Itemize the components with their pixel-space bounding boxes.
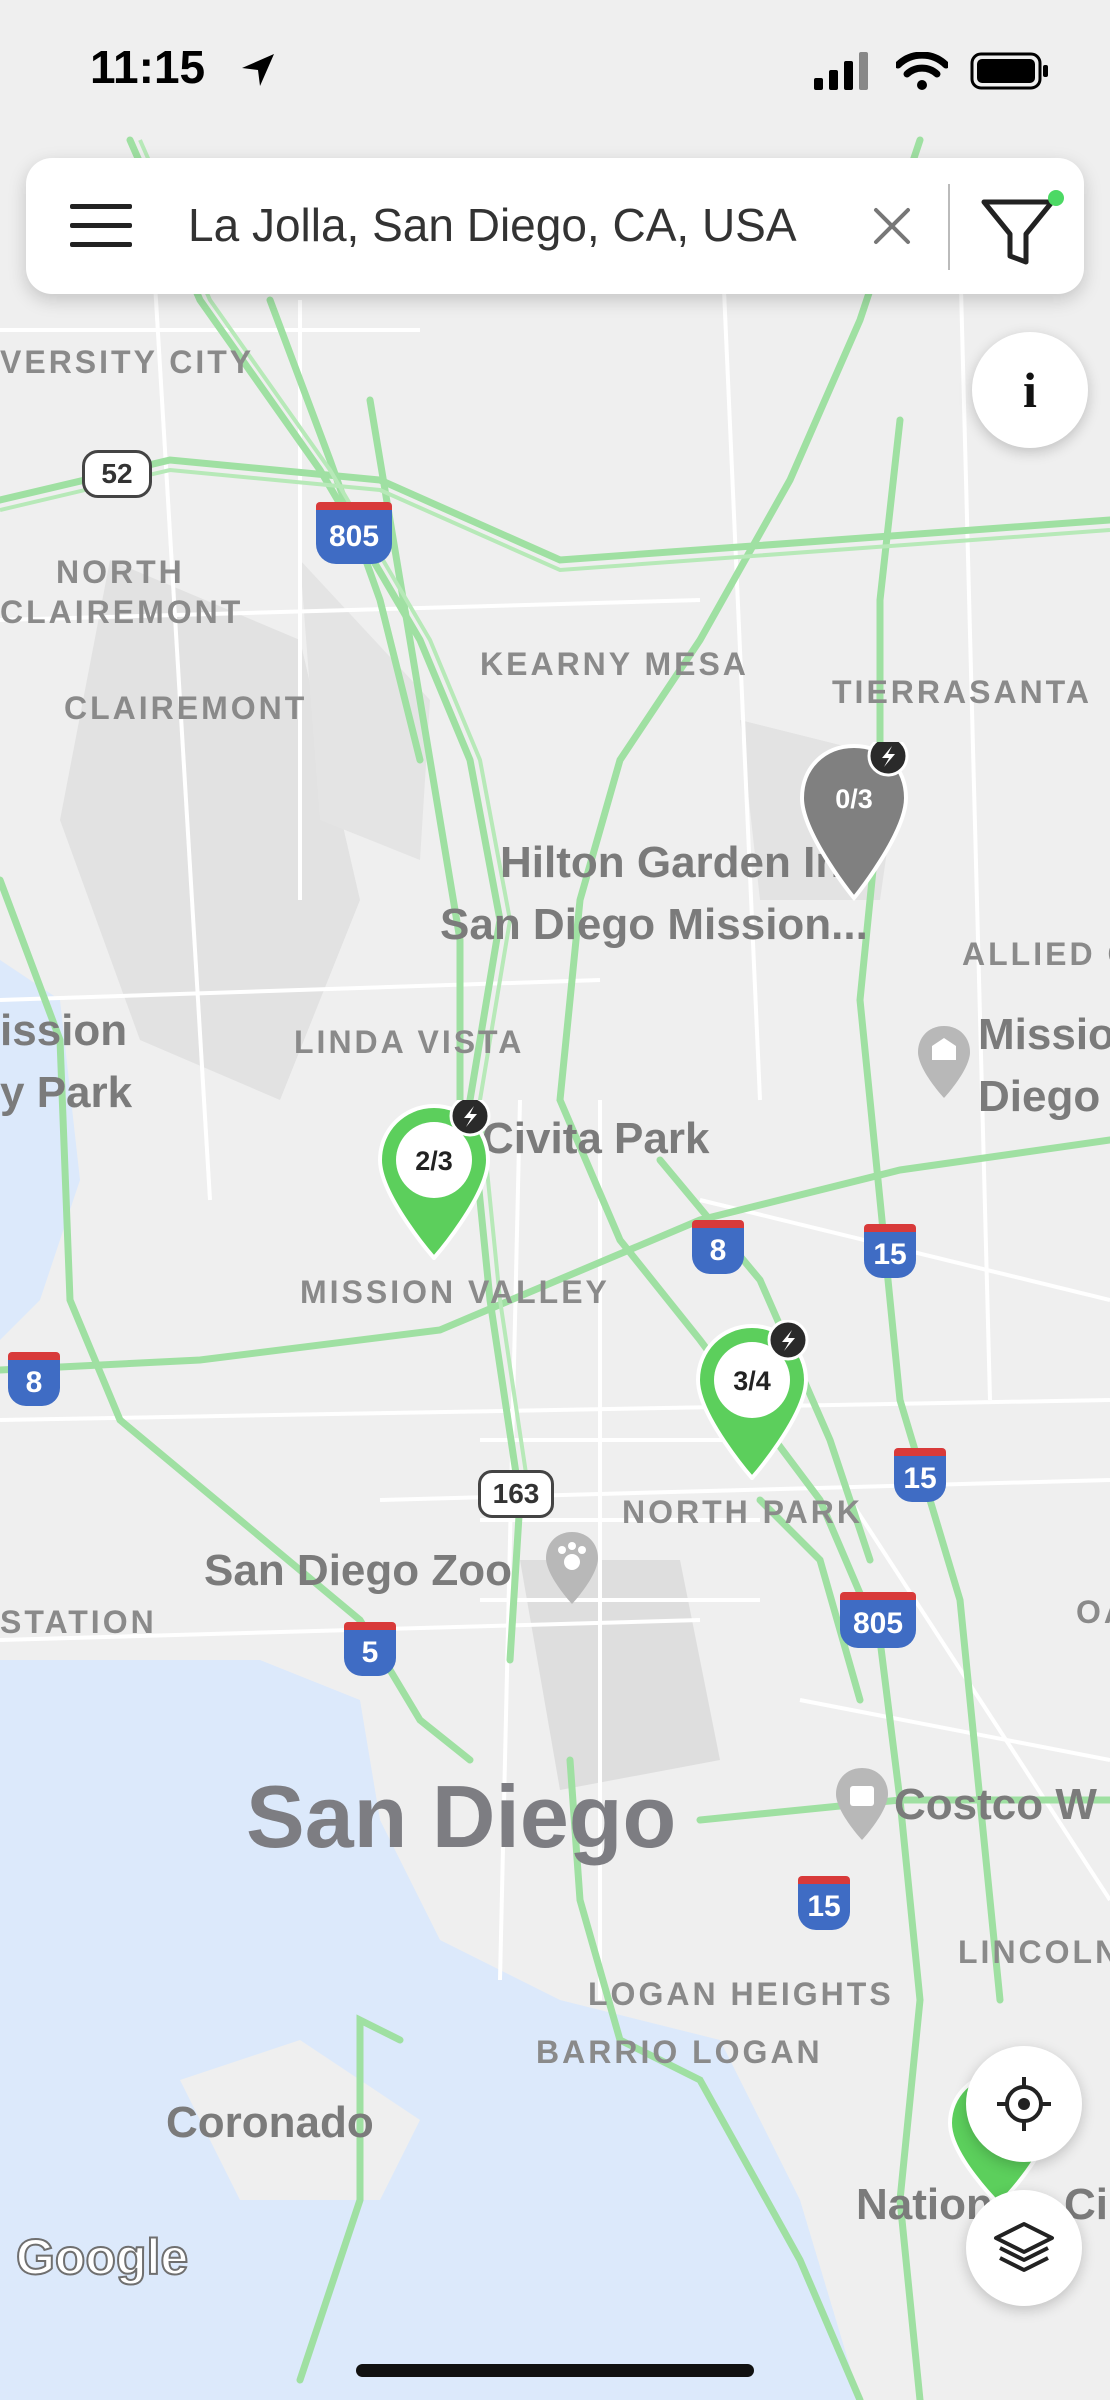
poi-label: San Diego Zoo	[204, 1546, 512, 1595]
pin-availability: 3/4	[733, 1366, 771, 1396]
my-location-button[interactable]	[966, 2046, 1082, 2162]
interstate-shield: 805	[840, 1592, 916, 1648]
interstate-shield: 805	[316, 502, 392, 564]
zoo-poi-icon[interactable]	[544, 1530, 600, 1606]
route-shield: 163	[478, 1470, 554, 1518]
area-label: CLAIREMONT	[0, 594, 244, 630]
interstate-shield: 8	[8, 1352, 60, 1406]
search-bar[interactable]: La Jolla, San Diego, CA, USA	[26, 158, 1084, 294]
home-indicator[interactable]	[356, 2364, 754, 2377]
area-label: LOGAN HEIGHTS	[588, 1976, 894, 2012]
interstate-shield: 15	[894, 1448, 946, 1502]
city-label: San Diego	[246, 1767, 677, 1866]
menu-icon[interactable]	[66, 198, 138, 254]
poi-label: ission	[0, 1006, 128, 1055]
shopping-poi-icon[interactable]	[834, 1766, 890, 1842]
poi-label: Civita Park	[482, 1114, 710, 1163]
interstate-shield: 5	[344, 1622, 396, 1676]
search-input[interactable]: La Jolla, San Diego, CA, USA	[188, 198, 797, 252]
poi-label: Diego	[978, 1072, 1101, 1121]
charger-pin[interactable]: 0/3	[796, 735, 916, 902]
search-divider	[948, 184, 950, 270]
area-label: BARRIO LOGAN	[536, 2034, 823, 2070]
poi-label: Coronado	[166, 2098, 374, 2147]
map-layers-button[interactable]	[966, 2190, 1082, 2306]
area-label: OA	[1076, 1594, 1110, 1630]
pin-marker-icon	[799, 735, 909, 902]
info-icon: i	[1023, 362, 1037, 418]
interstate-shield: 15	[798, 1876, 850, 1930]
area-label: TIERRASANTA	[832, 674, 1092, 710]
area-label: KEARNY MESA	[480, 646, 749, 682]
area-label: MISSION VALLEY	[300, 1274, 610, 1310]
crosshair-icon	[997, 2077, 1051, 2131]
area-label: ALLIED G	[962, 936, 1110, 972]
poi-label: y Park	[0, 1068, 133, 1117]
battery-icon	[970, 52, 1048, 90]
status-bar: 11:15	[0, 0, 1110, 140]
area-label: STATION	[0, 1604, 157, 1640]
status-time: 11:15	[90, 41, 206, 93]
area-label: NORTH PARK	[622, 1494, 863, 1530]
cellular-signal-icon	[814, 52, 868, 90]
area-label: NORTH	[56, 554, 185, 590]
area-label: CLAIREMONT	[64, 690, 308, 726]
pin-availability: 0/3	[835, 784, 873, 814]
area-label: LINCOLN	[958, 1934, 1110, 1970]
pin-marker-icon	[377, 1095, 491, 1262]
interstate-shield: 15	[864, 1224, 916, 1278]
info-button[interactable]: i	[972, 332, 1088, 448]
poi-label: Costco W	[894, 1780, 1097, 1829]
poi-label: San Diego Mission...	[440, 900, 868, 949]
area-label: VERSITY CITY	[0, 344, 255, 380]
interstate-shield: 8	[692, 1220, 744, 1274]
poi-label: Missio	[978, 1010, 1110, 1059]
layers-icon	[994, 2222, 1054, 2272]
charger-pin[interactable]: 2/3	[374, 1095, 494, 1262]
google-attribution: Google	[15, 2228, 189, 2286]
wifi-icon	[896, 52, 948, 90]
route-shield: 52	[82, 450, 152, 498]
museum-poi-icon[interactable]	[916, 1024, 972, 1100]
clear-search-icon[interactable]	[862, 196, 922, 256]
filter-icon[interactable]	[976, 186, 1068, 270]
location-arrow-icon	[242, 54, 274, 86]
charger-pin[interactable]: 3/4	[692, 1319, 812, 1482]
pin-marker-icon	[695, 1319, 809, 1482]
pin-availability: 2/3	[415, 1146, 453, 1176]
area-label: LINDA VISTA	[294, 1024, 525, 1060]
